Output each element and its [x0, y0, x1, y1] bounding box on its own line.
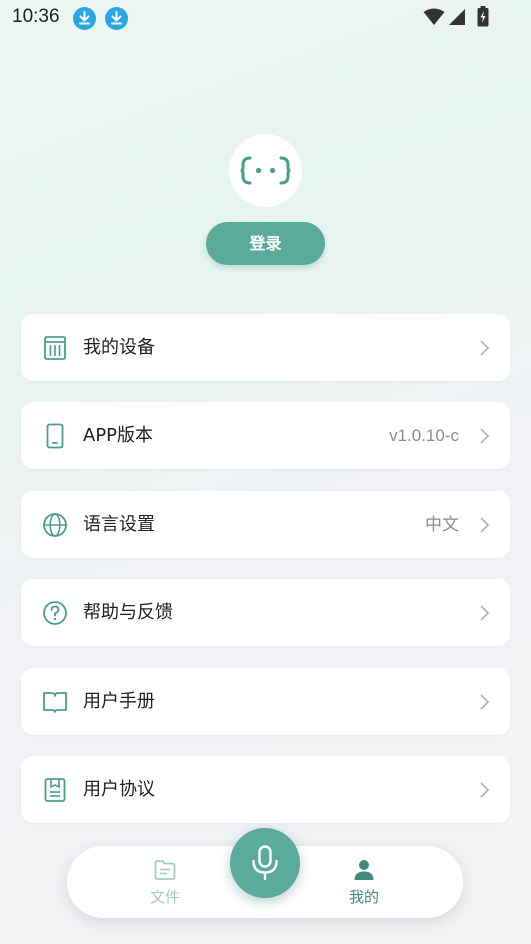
menu-label: 帮助与反馈: [83, 602, 173, 623]
globe-icon: [43, 513, 67, 537]
nav-label-mine: 我的: [348, 888, 379, 906]
login-button[interactable]: 登录: [206, 222, 325, 265]
agreement-icon: [44, 778, 66, 802]
status-bar: 10:36: [0, 0, 531, 36]
device-icon: [44, 336, 66, 360]
wifi-icon: [423, 8, 445, 25]
help-icon: [43, 601, 67, 625]
menu-item-user-manual[interactable]: 用户手册: [21, 668, 510, 735]
menu-item-user-agreement[interactable]: 用户协议: [21, 756, 510, 823]
file-icon: [154, 860, 176, 880]
avatar[interactable]: [229, 134, 302, 207]
chevron-right-icon: [480, 782, 490, 798]
robot-face-icon: [240, 156, 291, 185]
signal-icon: [449, 9, 465, 25]
chevron-right-icon: [480, 340, 490, 356]
record-button[interactable]: [230, 828, 300, 898]
menu-item-language-settings[interactable]: 语言设置 中文: [21, 491, 510, 558]
microphone-icon: [252, 845, 278, 881]
book-icon: [43, 692, 67, 713]
battery-icon: [477, 6, 489, 27]
menu-label: 用户手册: [83, 691, 155, 712]
menu-item-app-version[interactable]: APP版本 v1.0.10-c: [21, 402, 510, 469]
app-version-value: v1.0.10-c: [389, 426, 459, 445]
menu-label: 语言设置: [83, 514, 155, 535]
nav-item-mine[interactable]: 我的: [334, 858, 394, 907]
chevron-right-icon: [480, 605, 490, 621]
language-value: 中文: [425, 515, 459, 534]
chevron-right-icon: [480, 428, 490, 444]
nav-label-files: 文件: [149, 888, 180, 906]
chevron-right-icon: [480, 517, 490, 533]
download-icon: [105, 7, 128, 30]
menu-item-my-devices[interactable]: 我的设备: [21, 314, 510, 381]
chevron-right-icon: [480, 694, 490, 710]
menu-item-help-feedback[interactable]: 帮助与反馈: [21, 579, 510, 646]
menu-label: APP版本: [83, 425, 154, 446]
person-icon: [354, 860, 374, 880]
menu-label: 我的设备: [83, 337, 155, 358]
nav-item-files[interactable]: 文件: [135, 858, 195, 907]
menu-label: 用户协议: [83, 779, 155, 800]
download-icon: [73, 7, 96, 30]
phone-icon: [46, 423, 64, 449]
status-time: 10:36: [12, 6, 60, 27]
